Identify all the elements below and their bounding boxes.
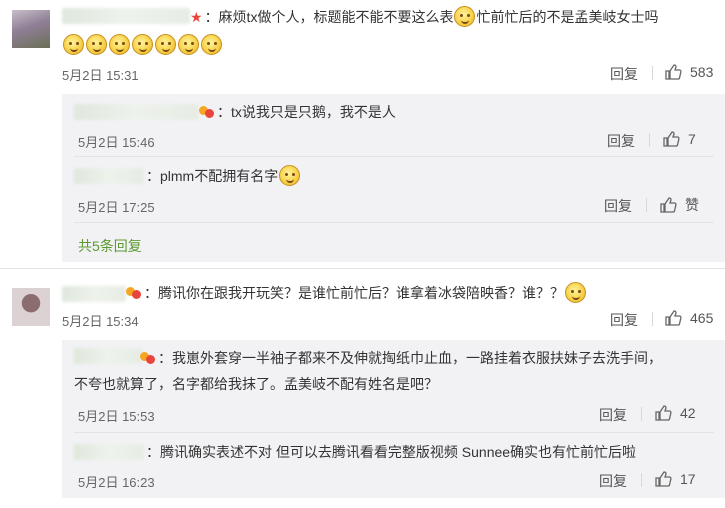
avatar[interactable] [12,288,50,326]
reply-text: ：plmm不配拥有名字 [146,165,301,187]
like-button[interactable]: 赞 [659,195,699,215]
like-count: 465 [690,310,714,326]
like-button[interactable]: 42 [654,404,696,422]
thumbs-up-icon [655,405,672,421]
smile-emoji-icon [565,282,586,303]
smile-emoji-icon [454,6,476,27]
thumbs-up-icon [660,197,677,213]
timestamp: 5月2日 15:46 [78,135,155,150]
reply-button[interactable]: 回复 [607,131,635,151]
reply-text: ：我崽外套穿一半袖子都来不及伸就掏纸巾止血，一路挂着衣服扶妹子去洗手间，不夸也就… [74,350,662,392]
comment-2: ：腾讯你在跟我开玩笑？是谁忙前忙后？谁拿着冰袋陪映香？谁？？ 5月2日 15:3… [0,270,725,508]
divider [652,66,653,80]
comment-text: ：腾讯你在跟我开玩笑？是谁忙前忙后？谁拿着冰袋陪映香？谁？？ [126,282,587,304]
smile-emoji-icon [155,34,176,55]
divider [641,473,642,487]
replies-container: ：我崽外套穿一半袖子都来不及伸就掏纸巾止血，一路挂着衣服扶妹子去洗手间，不夸也就… [62,340,725,498]
divider [649,133,650,147]
username-blurred[interactable] [74,168,144,184]
reply-divider [74,156,714,157]
thumbs-up-icon [655,471,672,487]
timestamp: 5月2日 15:31 [62,68,139,83]
divider [641,407,642,421]
smile-emoji-icon [109,34,130,55]
star-icon: ★ [190,9,203,25]
reply-button[interactable]: 回复 [610,64,638,84]
comment-1: ★ ：麻烦tx做个人，标题能不能不要这么表 忙前忙后的不是孟美岐女士吗 5月2日 1… [0,0,725,262]
avatar[interactable] [12,10,50,48]
like-count: 42 [680,405,696,421]
username-blurred[interactable] [62,8,190,24]
reply-button[interactable]: 回复 [599,471,627,491]
reply-text: ：腾讯确实表述不对 但可以去腾讯看看完整版视频 Sunnee确实也有忙前忙后啦 [146,444,637,460]
like-count: 7 [688,131,696,147]
replies-container: ：tx说我只是只鹅，我不是人 5月2日 15:46 回复 7 ：plmm不配拥有… [62,94,725,262]
reply-divider [74,222,714,223]
timestamp: 5月2日 15:53 [78,409,155,424]
divider [652,312,653,326]
like-button[interactable]: 465 [664,309,713,327]
like-count: 583 [690,64,714,80]
username-blurred[interactable] [62,286,126,302]
like-button[interactable]: 7 [662,130,696,148]
comment-text: ★ ：麻烦tx做个人，标题能不能不要这么表 忙前忙后的不是孟美岐女士吗 [190,6,658,28]
smile-emoji-icon [86,34,107,55]
comment-divider [0,268,725,269]
smile-emoji-icon [201,34,222,55]
divider [646,198,647,212]
vip-badge-icon [199,105,215,119]
reply-divider [74,432,714,433]
thumbs-up-icon [665,64,682,80]
like-count: 17 [680,471,696,487]
smile-emoji-icon [178,34,199,55]
thumbs-up-icon [665,310,682,326]
vip-badge-icon [126,286,142,300]
timestamp: 5月2日 16:23 [78,475,155,490]
like-count: 赞 [685,197,699,213]
thumbs-up-icon [663,131,680,147]
username-blurred[interactable] [74,444,144,460]
reply-button[interactable]: 回复 [604,196,632,216]
like-button[interactable]: 583 [664,63,713,81]
smile-emoji-icon [279,165,301,186]
expand-replies-link[interactable]: 共5条回复 [78,236,142,256]
like-button[interactable]: 17 [654,470,696,488]
reply-button[interactable]: 回复 [599,405,627,425]
username-blurred[interactable] [74,104,198,120]
reply-button[interactable]: 回复 [610,310,638,330]
smile-emoji-icon [132,34,153,55]
vip-badge-icon [140,351,156,365]
smile-emoji-icon [63,34,84,55]
reply-text: ：tx说我只是只鹅，我不是人 [199,101,396,123]
timestamp: 5月2日 15:34 [62,314,139,329]
emoji-row [62,34,223,56]
timestamp: 5月2日 17:25 [78,200,155,215]
